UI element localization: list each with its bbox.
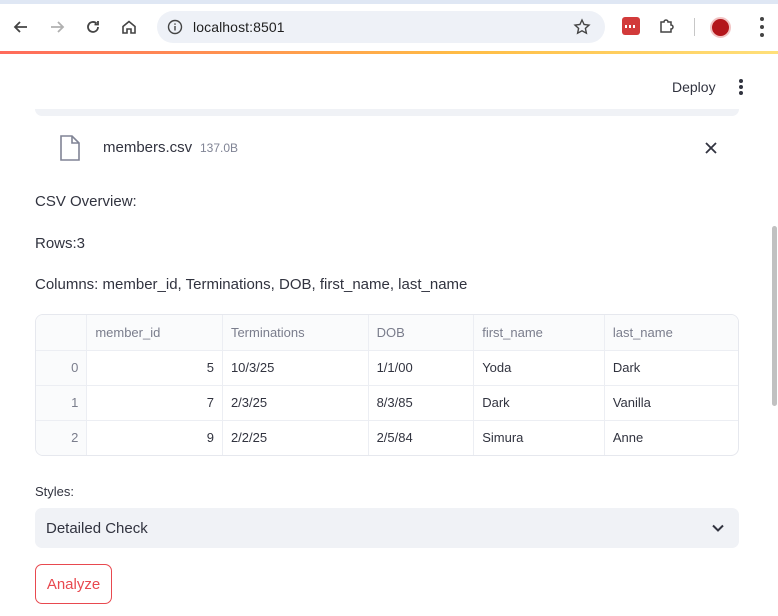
table-cell[interactable]: 8/3/85: [368, 385, 475, 421]
analyze-button[interactable]: Analyze: [35, 564, 112, 604]
address-bar[interactable]: localhost:8501: [157, 11, 605, 43]
forward-button[interactable]: [44, 14, 70, 40]
table-row: 0 5 10/3/25 1/1/00 Yoda Dark: [36, 350, 738, 386]
overview-heading: CSV Overview:: [35, 193, 137, 210]
browser-toolbar: localhost:8501: [0, 0, 778, 54]
home-icon: [122, 20, 136, 34]
app-decoration-bar: [0, 51, 778, 54]
table-cell[interactable]: Dark: [473, 385, 605, 421]
columns-list: Columns: member_id, Terminations, DOB, f…: [35, 276, 468, 293]
table-cell[interactable]: 7: [86, 385, 223, 421]
close-icon[interactable]: [703, 140, 719, 156]
profile-avatar[interactable]: [710, 17, 731, 38]
rows-count: Rows:3: [35, 235, 86, 252]
table-cell[interactable]: Vanilla: [604, 385, 738, 421]
tab-strip-edge: [0, 0, 778, 4]
table-cell[interactable]: Dark: [604, 350, 738, 386]
styles-select[interactable]: Detailed Check: [35, 508, 739, 548]
table-cell[interactable]: 5: [86, 350, 223, 386]
reload-icon: [87, 21, 99, 33]
table-cell[interactable]: 2/2/25: [222, 420, 369, 455]
table-cell[interactable]: 9: [86, 420, 223, 455]
column-header-terminations[interactable]: Terminations: [222, 315, 369, 351]
dataframe-table[interactable]: member_id Terminations DOB first_name la…: [35, 314, 739, 456]
table-cell[interactable]: 1/1/00: [368, 350, 475, 386]
table-cell[interactable]: Simura: [473, 420, 605, 455]
styles-label: Styles:: [35, 484, 75, 499]
deploy-button[interactable]: Deploy: [665, 75, 723, 99]
reload-button[interactable]: [80, 14, 106, 40]
row-index: 1: [36, 385, 88, 421]
bookmark-star-icon[interactable]: [573, 18, 591, 36]
home-button[interactable]: [116, 14, 142, 40]
table-cell[interactable]: Yoda: [473, 350, 605, 386]
back-arrow-icon: [13, 21, 27, 33]
chevron-down-icon: [712, 524, 724, 532]
app-main-menu-icon[interactable]: [738, 79, 744, 95]
uploaded-file: members.csv 137.0B: [35, 128, 739, 168]
back-button[interactable]: [8, 14, 34, 40]
column-header-last-name[interactable]: last_name: [604, 315, 738, 351]
table-cell[interactable]: Anne: [604, 420, 738, 455]
file-uploader-dropzone[interactable]: [35, 109, 739, 116]
table-header-row: member_id Terminations DOB first_name la…: [36, 315, 738, 351]
table-row: 1 7 2/3/25 8/3/85 Dark Vanilla: [36, 385, 738, 421]
file-size: 137.0B: [200, 141, 239, 155]
site-info-icon[interactable]: [167, 19, 183, 35]
file-icon: [60, 135, 80, 161]
toolbar-divider: [694, 18, 695, 36]
column-header-index[interactable]: [36, 315, 88, 351]
column-header-member-id[interactable]: member_id: [86, 315, 223, 351]
table-row: 2 9 2/2/25 2/5/84 Simura Anne: [36, 420, 738, 455]
extensions-puzzle-icon[interactable]: [658, 17, 676, 35]
row-index: 2: [36, 420, 88, 455]
styles-selected-value: Detailed Check: [46, 520, 148, 537]
page-scrollbar[interactable]: [770, 54, 778, 616]
table-cell[interactable]: 2/3/25: [222, 385, 369, 421]
scrollbar-thumb[interactable]: [772, 226, 777, 406]
column-header-dob[interactable]: DOB: [368, 315, 475, 351]
table-cell[interactable]: 2/5/84: [368, 420, 475, 455]
file-name: members.csv: [103, 139, 193, 156]
table-cell[interactable]: 10/3/25: [222, 350, 369, 386]
column-header-first-name[interactable]: first_name: [473, 315, 605, 351]
password-extension-icon[interactable]: [622, 17, 640, 35]
forward-arrow-icon: [51, 21, 65, 33]
browser-menu-icon[interactable]: [759, 17, 765, 37]
row-index: 0: [36, 350, 88, 386]
url-text: localhost:8501: [193, 19, 285, 35]
